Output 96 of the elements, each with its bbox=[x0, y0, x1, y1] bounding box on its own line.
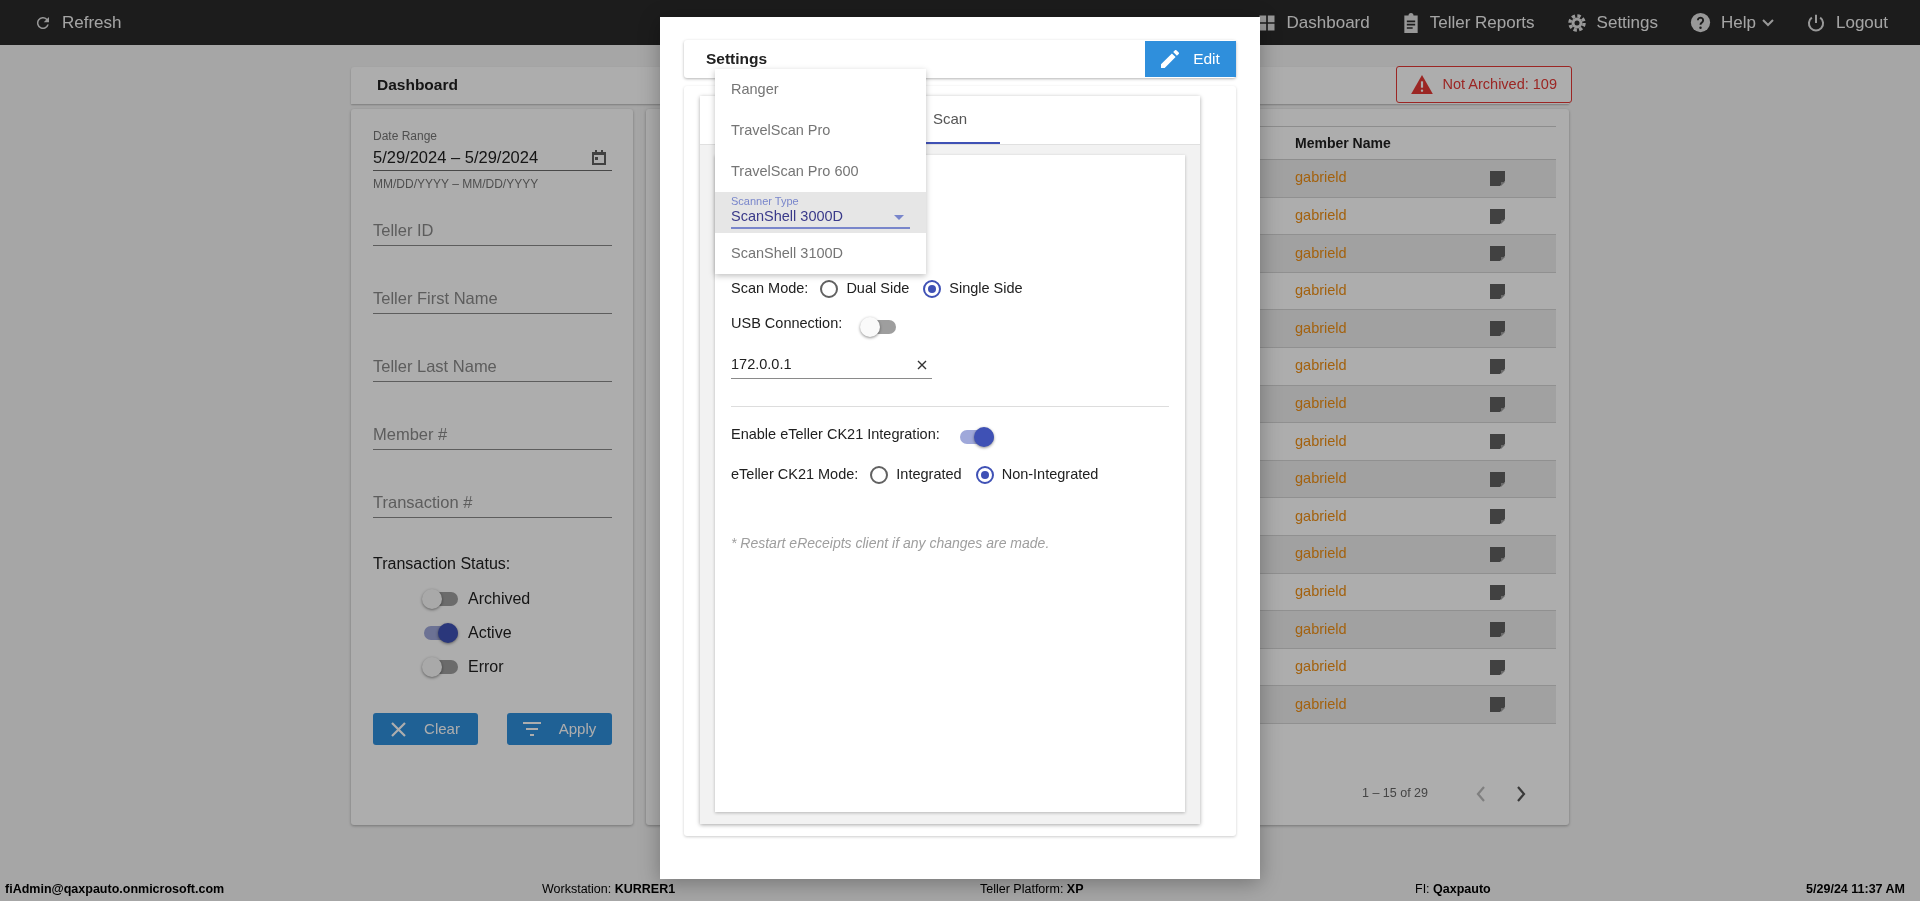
input-field[interactable]: Member # bbox=[373, 419, 612, 450]
table-cell: gabrield bbox=[1295, 207, 1347, 223]
pencil-icon bbox=[1161, 50, 1180, 68]
note-icon bbox=[1490, 622, 1505, 638]
radio-label: Integrated bbox=[896, 465, 962, 485]
radio-label: Single Side bbox=[949, 279, 1023, 299]
section-label: Transaction Status: bbox=[373, 554, 512, 574]
clear-icon bbox=[917, 359, 927, 370]
note-icon bbox=[1490, 584, 1505, 600]
clear-button[interactable]: Clear bbox=[373, 713, 478, 745]
nav-link[interactable]: Teller Reports bbox=[1401, 9, 1535, 36]
toggle-switch[interactable] bbox=[422, 589, 458, 609]
platform-label: Teller Platform: XP bbox=[980, 881, 1085, 899]
fi-label: FI: Qaxpauto bbox=[1415, 881, 1492, 899]
input-field[interactable]: Transaction # bbox=[373, 487, 612, 518]
dialog-title: Settings bbox=[706, 49, 768, 69]
radio-button[interactable] bbox=[870, 466, 889, 484]
field-label: eTeller CK21 Mode: bbox=[731, 465, 859, 485]
input-field[interactable]: Teller First Name bbox=[373, 283, 612, 314]
table-cell: gabrield bbox=[1295, 357, 1347, 374]
close-icon bbox=[391, 721, 407, 737]
date-range-field[interactable]: 5/29/2024 – 5/29/2024 bbox=[373, 145, 612, 171]
table-cell: gabrield bbox=[1295, 582, 1347, 599]
page-title: Dashboard bbox=[377, 76, 458, 95]
nav-link[interactable]: Settings bbox=[1566, 9, 1659, 36]
filter-icon bbox=[522, 722, 541, 736]
table-cell: gabrield bbox=[1295, 395, 1347, 411]
table-cell: gabrield bbox=[1295, 507, 1347, 524]
dropdown-option[interactable]: ScanShell 3100D bbox=[715, 233, 926, 274]
date-time: 5/29/24 11:37 AM bbox=[1806, 881, 1905, 899]
note-icon bbox=[1490, 547, 1505, 563]
table-cell: gabrield bbox=[1295, 244, 1347, 261]
field-label: Enable eTeller CK21 Integration: bbox=[731, 425, 940, 445]
radio-label: Non-Integrated bbox=[1001, 465, 1099, 485]
table-cell: gabrield bbox=[1295, 545, 1347, 562]
alert-badge: Not Archived: 109 bbox=[1395, 66, 1572, 103]
caret-icon bbox=[894, 214, 904, 220]
table-cell: gabrield bbox=[1295, 169, 1347, 186]
table-cell: gabrield bbox=[1295, 658, 1347, 675]
table-cell: gabrield bbox=[1295, 282, 1347, 299]
note-icon bbox=[1490, 321, 1505, 337]
edit-button[interactable]: Edit bbox=[1145, 41, 1236, 77]
table-cell: gabrield bbox=[1295, 319, 1347, 336]
workstation-label: Workstation: KURRER1 bbox=[542, 881, 677, 899]
note-icon bbox=[1490, 283, 1505, 299]
radio-button[interactable] bbox=[923, 280, 942, 298]
settings-icon bbox=[1566, 12, 1587, 33]
table-cell: gabrield bbox=[1295, 620, 1347, 637]
note-icon bbox=[1490, 246, 1505, 262]
note-icon bbox=[1490, 208, 1505, 224]
nav-menu[interactable]: Help bbox=[1690, 9, 1774, 36]
calendar-icon bbox=[592, 150, 606, 165]
table-cell: gabrield bbox=[1295, 470, 1347, 487]
note-icon bbox=[1490, 171, 1505, 187]
toggle-switch[interactable] bbox=[860, 317, 897, 337]
note-icon bbox=[1490, 659, 1505, 675]
toggle-label: Error bbox=[468, 657, 504, 677]
note-icon bbox=[1490, 697, 1505, 713]
toggle-switch[interactable] bbox=[422, 623, 458, 643]
nav-link[interactable]: Dashboard bbox=[1256, 9, 1370, 36]
table-cell: gabrield bbox=[1295, 695, 1347, 712]
field-label: USB Connection: bbox=[731, 314, 843, 334]
radio-button[interactable] bbox=[820, 280, 839, 298]
field-label: Date Range bbox=[373, 128, 439, 145]
user-email: fiAdmin@qaxpauto.onmicrosoft.com bbox=[5, 881, 226, 899]
table-cell: gabrield bbox=[1295, 432, 1347, 449]
input-field[interactable]: Teller ID bbox=[373, 215, 612, 246]
radio-button[interactable] bbox=[975, 466, 994, 484]
field-hint: MM/DD/YYYY – MM/DD/YYYY bbox=[373, 176, 540, 193]
pagination-range: 1 – 15 of 29 bbox=[1361, 784, 1428, 802]
field-label: Scan Mode: bbox=[731, 279, 809, 299]
power-icon bbox=[1806, 12, 1826, 33]
nav-link[interactable]: Logout bbox=[1806, 9, 1888, 36]
chevron-left-icon bbox=[1476, 785, 1486, 802]
chevron-down-icon bbox=[1762, 18, 1774, 27]
note-text: * Restart eReceipts client if any changes are made. bbox=[731, 534, 1051, 553]
dropdown-option[interactable]: TravelScan Pro 600 bbox=[715, 151, 926, 192]
note-icon bbox=[1490, 434, 1505, 450]
note-icon bbox=[1490, 471, 1505, 487]
chevron-right-icon bbox=[1516, 785, 1526, 802]
column-header: Member Name bbox=[1294, 126, 1489, 160]
select-field[interactable]: Scanner Type ScanShell 3000D bbox=[715, 192, 926, 233]
note-icon bbox=[1490, 359, 1505, 375]
input-field[interactable]: Teller Last Name bbox=[373, 351, 612, 382]
clipboard-icon bbox=[1401, 12, 1420, 33]
help-icon bbox=[1690, 12, 1712, 33]
toggle-switch[interactable] bbox=[422, 657, 458, 677]
apply-button[interactable]: Apply bbox=[507, 713, 612, 745]
refresh-button[interactable]: Refresh bbox=[34, 9, 122, 36]
toggle-label: Active bbox=[468, 623, 512, 643]
radio-label: Dual Side bbox=[846, 279, 910, 299]
toggle-label: Archived bbox=[468, 589, 531, 609]
note-icon bbox=[1490, 509, 1505, 525]
ip-address-field[interactable]: 172.0.0.1 bbox=[731, 351, 932, 379]
note-icon bbox=[1490, 396, 1505, 412]
warning-icon bbox=[1410, 75, 1433, 94]
